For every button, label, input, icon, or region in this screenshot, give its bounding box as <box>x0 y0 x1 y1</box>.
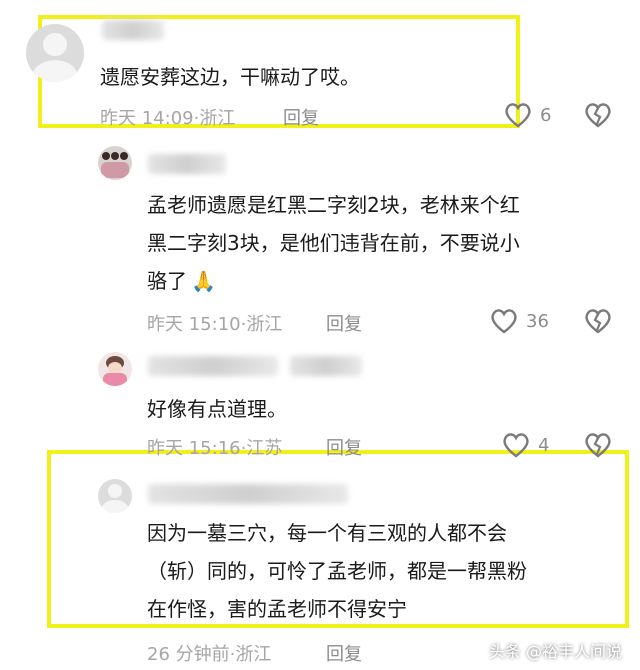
like-count: 36 <box>526 310 549 332</box>
comment-line: （斩）同的，可怜了孟老师，都是一帮黑粉 <box>147 559 527 583</box>
comment-time: 26 分钟前 <box>147 644 230 665</box>
comment-line: 孟老师遗愿是红黑二字刻2块，老林来个红 <box>147 193 520 217</box>
reply-button[interactable]: 回复 <box>326 640 362 666</box>
comment-line: 遗愿安葬这边，干嘛动了哎。 <box>100 65 360 89</box>
reply-button[interactable]: 回复 <box>326 310 362 336</box>
tag-blurred <box>290 356 362 376</box>
comment-line: 黑二字刻3块，是他们违背在前，不要说小 <box>147 231 520 255</box>
like-count: 4 <box>538 434 550 456</box>
like-button[interactable]: 6 <box>504 102 551 128</box>
comment-text: 好像有点道理。 <box>147 390 287 428</box>
comment-location: 浙江 <box>199 108 236 129</box>
reply-button[interactable]: 回复 <box>326 434 362 460</box>
like-button[interactable]: 36 <box>490 308 549 334</box>
comment-line: 因为一墓三穴，每一个有三观的人都不会 <box>147 521 507 545</box>
comment-location: 浙江 <box>246 314 283 335</box>
comment-text: 遗愿安葬这边，干嘛动了哎。 <box>100 58 360 96</box>
dislike-icon[interactable] <box>584 308 612 334</box>
comment-time: 昨天 15:16 <box>147 438 241 459</box>
comment-meta: 昨天 15:10·浙江 <box>147 314 283 335</box>
comment-time: 昨天 15:10 <box>147 314 241 335</box>
dislike-icon[interactable] <box>584 432 612 458</box>
comment-text: 孟老师遗愿是红黑二字刻2块，老林来个红 黑二字刻3块，是他们违背在前，不要说小 … <box>147 186 520 300</box>
heart-icon <box>503 433 529 458</box>
comment-meta: 26 分钟前·浙江 <box>147 644 272 665</box>
pray-emoji-icon: 🙏 <box>191 269 216 293</box>
avatar[interactable] <box>98 479 132 513</box>
comment-meta: 昨天 15:16·江苏 <box>147 438 283 459</box>
username-blurred[interactable] <box>148 154 226 174</box>
like-count: 6 <box>540 104 552 126</box>
reply-button[interactable]: 回复 <box>283 104 319 130</box>
comment-meta: 昨天 14:09·浙江 <box>100 108 236 129</box>
comment-line: 骆了 <box>147 269 187 293</box>
avatar[interactable] <box>26 24 84 82</box>
like-button[interactable]: 4 <box>502 432 549 458</box>
watermark: 头条 @裕丰人间说 <box>488 642 622 661</box>
dislike-icon[interactable] <box>584 102 612 128</box>
heart-icon <box>491 309 517 334</box>
comment-line: 在作怪，害的孟老师不得安宁 <box>147 597 407 621</box>
comment-line: 好像有点道理。 <box>147 397 287 421</box>
username-blurred[interactable] <box>102 20 164 40</box>
avatar[interactable] <box>98 146 132 180</box>
avatar[interactable] <box>98 352 132 386</box>
comment-location: 江苏 <box>246 438 283 459</box>
comment-time: 昨天 14:09 <box>100 108 194 129</box>
username-blurred[interactable] <box>148 484 348 504</box>
comment-text: 因为一墓三穴，每一个有三观的人都不会 （斩）同的，可怜了孟老师，都是一帮黑粉 在… <box>147 514 527 628</box>
heart-icon <box>505 103 531 128</box>
comment-location: 浙江 <box>235 644 272 665</box>
username-blurred[interactable] <box>148 356 278 376</box>
